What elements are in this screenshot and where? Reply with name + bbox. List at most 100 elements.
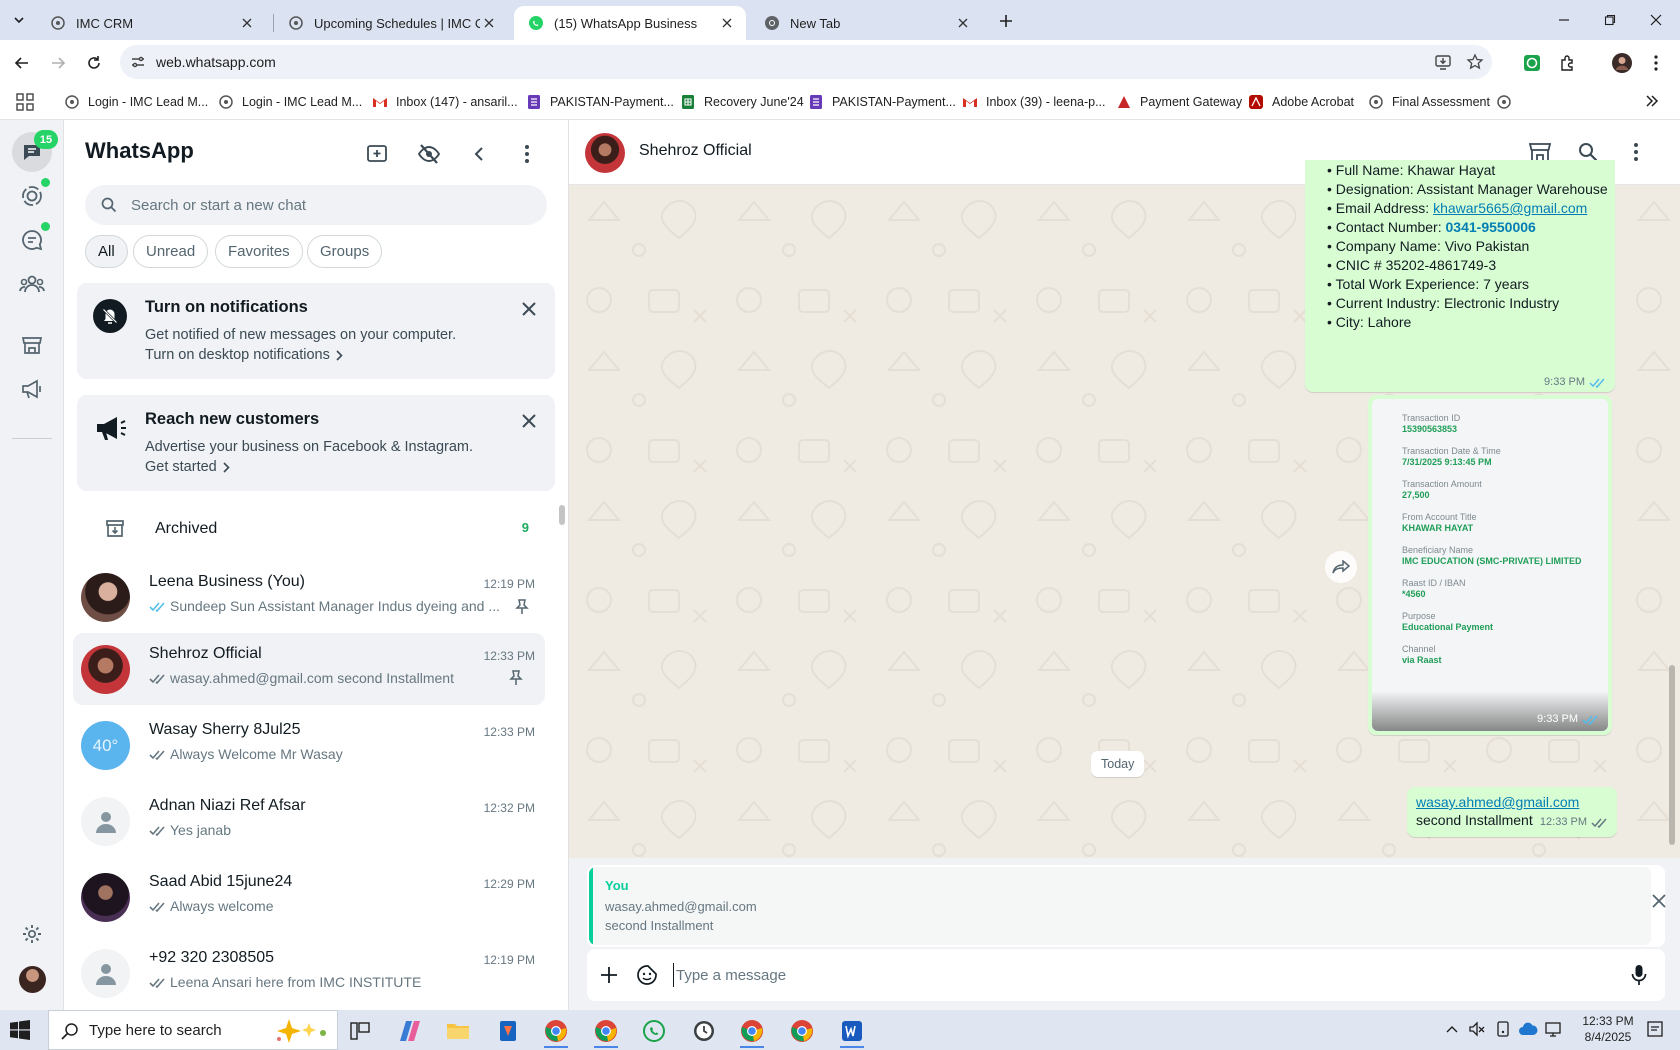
filter-chip-all[interactable]: All (85, 235, 128, 268)
bookmark-item[interactable]: PAKISTAN-Payment... (808, 93, 956, 111)
close-tab-icon[interactable] (238, 14, 256, 32)
browser-menu-button[interactable] (1642, 49, 1670, 77)
file-explorer-taskbar-button[interactable] (436, 1014, 480, 1048)
reload-button[interactable] (80, 49, 108, 77)
chat-row-wasay-sherry[interactable]: 40° Wasay Sherry 8Jul25 12:33 PM Always … (73, 709, 545, 781)
catalog-nav-button[interactable] (12, 325, 52, 365)
info-email-link[interactable]: khawar5665@gmail.com (1433, 200, 1587, 216)
quoted-message[interactable]: You wasay.ahmed@gmail.com second Install… (589, 867, 1651, 945)
chevron-up-icon[interactable] (1446, 1024, 1458, 1034)
speaker-muted-icon[interactable] (1468, 1020, 1486, 1038)
clock-app-taskbar-button[interactable] (682, 1014, 726, 1048)
cloud-icon[interactable] (1518, 1020, 1538, 1038)
browser-tab-new-tab[interactable]: New Tab (750, 6, 982, 40)
forward-image-button[interactable] (1325, 551, 1357, 583)
enable-notifications-link[interactable]: Turn on desktop notifications (145, 347, 343, 363)
apps-grid-icon[interactable] (16, 93, 34, 111)
chat-row-phone-number[interactable]: +92 320 2308505 12:19 PM Leena Ansari he… (73, 937, 545, 1009)
filter-chip-groups[interactable]: Groups (307, 235, 383, 268)
info-contact-number[interactable]: 0341-9550006 (1446, 219, 1536, 235)
close-window-button[interactable] (1633, 6, 1679, 34)
chat-row-shehroz-official[interactable]: Shehroz Official 12:33 PM wasay.ahmed@gm… (73, 633, 545, 705)
dismiss-notifications-card-button[interactable] (517, 297, 541, 321)
url-text[interactable]: web.whatsapp.com (156, 54, 276, 70)
address-bar[interactable]: web.whatsapp.com (120, 45, 1492, 79)
chat-list-menu-button[interactable] (511, 138, 543, 170)
attach-button[interactable] (595, 961, 623, 989)
collapse-panel-button[interactable] (463, 138, 495, 170)
bookmark-item[interactable]: PAKISTAN-Payment... (526, 93, 674, 111)
extensions-button[interactable] (1554, 49, 1582, 77)
task-view-button[interactable] (338, 1014, 382, 1048)
device-icon[interactable] (1494, 1020, 1512, 1038)
whatsapp-taskbar-button[interactable] (632, 1014, 676, 1048)
my-profile-avatar[interactable] (19, 966, 46, 993)
more-bookmarks-icon[interactable] (1644, 93, 1660, 109)
extension-whatsapp-button[interactable] (1518, 49, 1546, 77)
settings-nav-button[interactable] (12, 914, 52, 954)
install-app-icon[interactable] (1434, 53, 1452, 71)
notifications-icon[interactable] (1646, 1020, 1664, 1038)
hide-chats-button[interactable] (413, 138, 445, 170)
bookmark-item[interactable]: Inbox (147) - ansaril... (372, 93, 518, 111)
app-taskbar-button[interactable] (486, 1014, 530, 1048)
bookmark-item[interactable] (1496, 93, 1520, 111)
bookmark-item[interactable]: Adobe Acrobat (1248, 93, 1354, 111)
taskbar-search-box[interactable]: Type here to search (48, 1010, 338, 1050)
chat-search-input[interactable]: Search or start a new chat (85, 185, 547, 225)
bookmark-item[interactable]: Login - IMC Lead M... (218, 93, 362, 111)
cancel-reply-button[interactable] (1646, 888, 1672, 914)
browser-tab-upcoming-schedules[interactable]: Upcoming Schedules | IMC Cert (274, 6, 508, 40)
dismiss-reach-card-button[interactable] (517, 409, 541, 433)
site-settings-icon[interactable] (130, 54, 146, 70)
conversation-scrollbar[interactable] (1669, 665, 1675, 845)
chrome-taskbar-button[interactable] (730, 1014, 774, 1048)
taskbar-clock[interactable]: 12:33 PM 8/4/2025 (1576, 1013, 1640, 1045)
network-icon[interactable] (1544, 1020, 1562, 1038)
message-email-link[interactable]: wasay.ahmed@gmail.com (1416, 794, 1579, 810)
minimize-window-button[interactable] (1541, 6, 1587, 34)
close-tab-icon[interactable] (480, 14, 498, 32)
filter-chip-favorites[interactable]: Favorites (215, 235, 303, 268)
filter-chip-unread[interactable]: Unread (133, 235, 209, 268)
restore-window-button[interactable] (1587, 6, 1633, 34)
message-input[interactable] (673, 963, 1533, 987)
archived-chats-row[interactable]: Archived 9 (65, 500, 568, 558)
tab-search-dropdown[interactable] (6, 8, 32, 32)
new-chat-button[interactable] (361, 138, 393, 170)
contact-name[interactable]: Shehroz Official (639, 142, 752, 160)
chrome-profile-taskbar-button[interactable] (584, 1014, 628, 1048)
close-tab-icon[interactable] (718, 14, 736, 32)
bookmark-item[interactable]: Login - IMC Lead M... (64, 93, 208, 111)
conversation-menu-button[interactable] (1621, 137, 1651, 167)
advertise-nav-button[interactable] (12, 369, 52, 409)
chat-row-leena-business[interactable]: Leena Business (You) 12:19 PM Sundeep Su… (73, 561, 545, 633)
bookmark-star-icon[interactable] (1466, 53, 1484, 71)
bookmark-item[interactable]: Recovery June'24 (680, 93, 804, 111)
chrome-taskbar-button[interactable] (780, 1014, 824, 1048)
chrome-taskbar-button[interactable] (534, 1014, 578, 1048)
browser-tab-whatsapp[interactable]: (15) WhatsApp Business (514, 6, 746, 40)
bookmark-item[interactable]: Payment Gateway (1116, 93, 1242, 111)
profile-button[interactable] (1608, 49, 1636, 77)
emoji-button[interactable] (633, 961, 661, 989)
image-message-bubble[interactable]: Transaction ID 15390563853 Transaction Da… (1368, 395, 1612, 735)
voice-message-button[interactable] (1625, 961, 1653, 989)
new-tab-button[interactable] (994, 9, 1018, 33)
back-button[interactable] (8, 49, 36, 77)
chat-row-saad-abid[interactable]: Saad Abid 15june24 12:29 PM Always welco… (73, 861, 545, 933)
forward-button[interactable] (44, 49, 72, 77)
message-bubble-outgoing[interactable]: • Full Name: Khawar Hayat • Designation:… (1305, 160, 1615, 392)
copilot-taskbar-button[interactable] (388, 1014, 432, 1048)
bookmark-item[interactable]: Inbox (39) - leena-p... (962, 93, 1106, 111)
get-started-link[interactable]: Get started (145, 459, 230, 475)
browser-tab-imc-crm[interactable]: IMC CRM (36, 6, 266, 40)
contact-avatar[interactable] (585, 133, 625, 173)
word-taskbar-button[interactable] (830, 1014, 874, 1048)
bookmark-item[interactable]: Final Assessment (1368, 93, 1490, 111)
windows-start-icon[interactable] (10, 1020, 30, 1040)
chat-row-adnan-niazi[interactable]: Adnan Niazi Ref Afsar 12:32 PM Yes janab (73, 785, 545, 857)
chat-list-scrollbar[interactable] (559, 505, 565, 525)
close-tab-icon[interactable] (954, 14, 972, 32)
communities-nav-button[interactable] (12, 264, 52, 304)
